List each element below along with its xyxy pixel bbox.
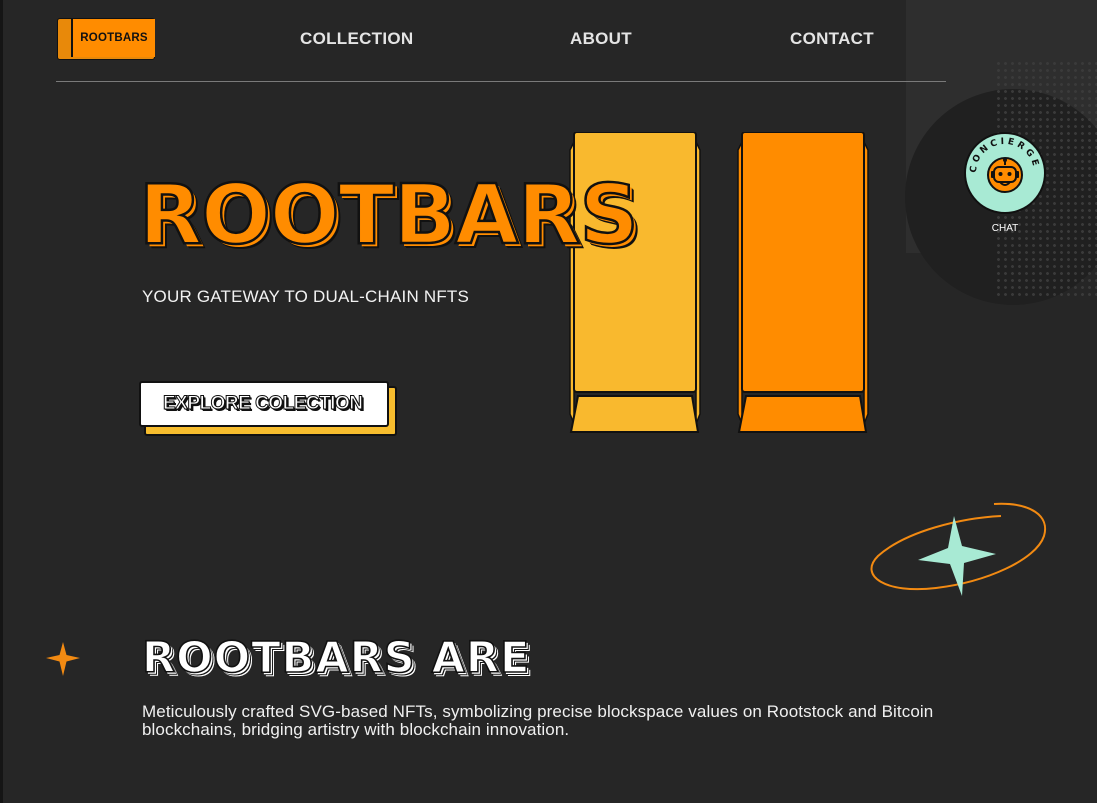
hero-title: ROOTBARS	[138, 168, 640, 263]
nav-contact[interactable]: CONTACT	[790, 29, 874, 49]
orange-bar-illustration	[736, 132, 870, 434]
chat-label: CHAT	[991, 223, 1019, 234]
nav-collection[interactable]: COLLECTION	[300, 29, 414, 49]
explore-collection-button[interactable]: EXPLORE COLECTION	[139, 381, 397, 436]
concierge-chat-button[interactable]: CONCIERGE	[964, 132, 1046, 214]
robot-icon	[987, 157, 1023, 193]
left-edge	[0, 0, 3, 803]
sparkle-icon	[46, 642, 80, 676]
nav-about[interactable]: ABOUT	[570, 29, 632, 49]
section-title: ROOTBARS ARE	[141, 633, 531, 683]
logo[interactable]: ROOTBARS	[57, 18, 155, 60]
header-divider	[56, 81, 946, 82]
hero-tagline: YOUR GATEWAY TO DUAL-CHAIN NFTS	[142, 287, 470, 306]
section-description: Meticulously crafted SVG-based NFTs, sym…	[142, 702, 934, 739]
explore-button-label: EXPLORE COLECTION	[162, 393, 363, 415]
button-face: EXPLORE COLECTION	[139, 381, 389, 427]
orbit-star-decoration	[866, 498, 1048, 600]
logo-text: ROOTBARS	[71, 19, 155, 57]
